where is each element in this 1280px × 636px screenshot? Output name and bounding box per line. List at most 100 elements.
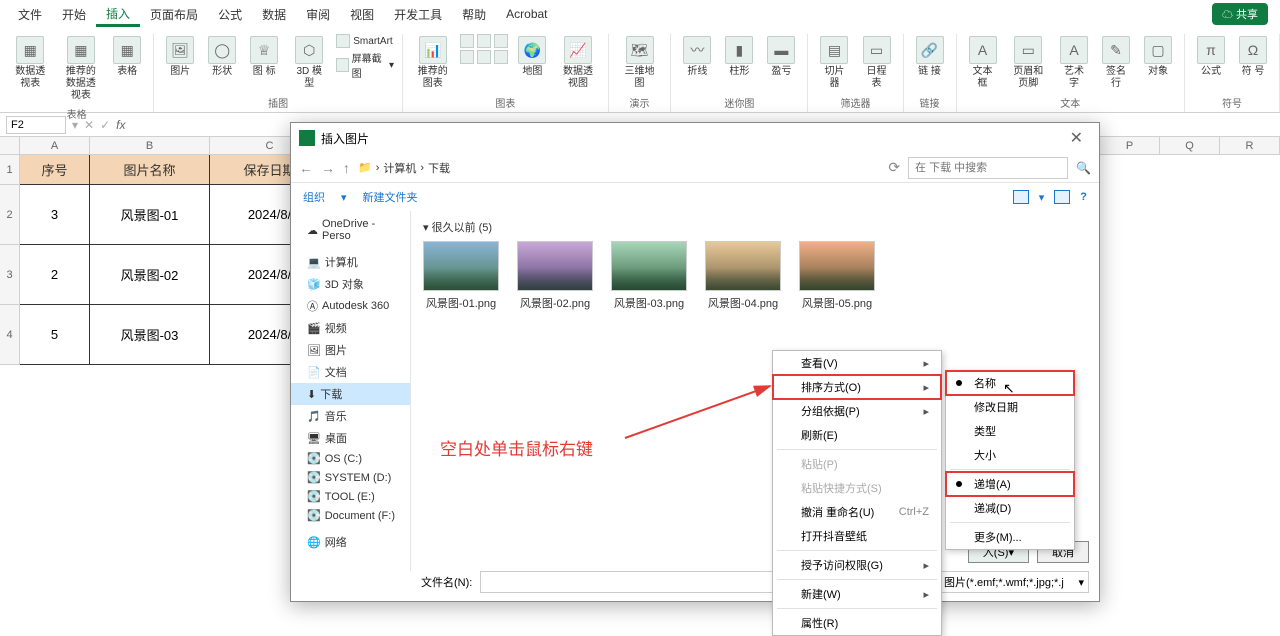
context-menu-item[interactable]: 排序方式(O)▸ xyxy=(773,375,941,399)
header-cell[interactable]: 图片名称 xyxy=(90,155,210,185)
menu-review[interactable]: 审阅 xyxy=(296,2,340,27)
pivot-table-button[interactable]: ▦数据透 视表 xyxy=(8,34,53,92)
tree-item[interactable]: 🎬 视频 xyxy=(291,317,410,339)
tree-item[interactable]: 🧊 3D 对象 xyxy=(291,273,410,295)
timeline-button[interactable]: ▭日程表 xyxy=(858,34,894,92)
tree-item[interactable]: 🖥 桌面 xyxy=(291,427,410,449)
sparkline-column-button[interactable]: ▮柱形 xyxy=(721,34,757,80)
menu-page-layout[interactable]: 页面布局 xyxy=(140,2,208,27)
table-button[interactable]: ▦表格 xyxy=(109,34,145,80)
menu-help[interactable]: 帮助 xyxy=(452,2,496,27)
help-icon[interactable]: ? xyxy=(1080,191,1087,203)
search-icon[interactable]: 🔍 xyxy=(1076,161,1091,175)
chart-gallery[interactable] xyxy=(460,34,508,64)
tree-item[interactable]: 💽 SYSTEM (D:) xyxy=(291,468,410,487)
tree-item[interactable]: 💻 计算机 xyxy=(291,251,410,273)
menu-home[interactable]: 开始 xyxy=(52,2,96,27)
wordart-button[interactable]: A艺术字 xyxy=(1056,34,1092,92)
sparkline-line-button[interactable]: 〰折线 xyxy=(679,34,715,80)
context-menu-item[interactable]: 撤消 重命名(U)Ctrl+Z xyxy=(773,500,941,524)
col-header-r[interactable]: R xyxy=(1220,137,1280,155)
data-cell[interactable]: 3 xyxy=(20,185,90,245)
row-header[interactable]: 3 xyxy=(0,245,20,305)
context-menu-item[interactable]: 新建(W)▸ xyxy=(773,582,941,606)
recommended-pivot-button[interactable]: ▦推荐的 数据透视表 xyxy=(59,34,104,104)
share-button[interactable]: ☁ 共享 xyxy=(1212,3,1268,25)
menu-file[interactable]: 文件 xyxy=(8,2,52,27)
group-header[interactable]: ▾ 很久以前 (5) xyxy=(423,219,1087,235)
file-filter-combo[interactable]: 图片(*.emf;*.wmf;*.jpg;*.j▾ xyxy=(939,571,1089,593)
object-button[interactable]: ▢对象 xyxy=(1140,34,1176,80)
smartart-button[interactable]: SmartArt xyxy=(336,34,394,48)
3d-map-button[interactable]: 🗺三维地 图 xyxy=(617,34,663,92)
context-menu-item[interactable]: 大小 xyxy=(946,443,1074,467)
file-thumb[interactable]: 风景图-04.png xyxy=(705,241,781,311)
breadcrumb[interactable]: 📁 ›计算机›下载 xyxy=(358,160,450,176)
context-menu-item[interactable]: 查看(V)▸ xyxy=(773,351,941,375)
link-button[interactable]: 🔗链 接 xyxy=(912,34,948,80)
menu-data[interactable]: 数据 xyxy=(252,2,296,27)
menu-developer[interactable]: 开发工具 xyxy=(384,2,452,27)
equation-button[interactable]: π公式 xyxy=(1193,34,1229,80)
pivot-chart-button[interactable]: 📈数据透视图 xyxy=(556,34,599,92)
tree-item[interactable]: 🖼 图片 xyxy=(291,339,410,361)
file-thumb[interactable]: 风景图-02.png xyxy=(517,241,593,311)
tree-item[interactable]: ☁ OneDrive - Perso xyxy=(291,215,410,245)
new-folder-button[interactable]: 新建文件夹 xyxy=(363,189,418,205)
context-menu-item[interactable]: 类型 xyxy=(946,419,1074,443)
fx-label[interactable]: fx xyxy=(116,118,125,132)
symbol-button[interactable]: Ω符 号 xyxy=(1235,34,1271,80)
recommended-charts-button[interactable]: 📊推荐的 图表 xyxy=(411,34,454,92)
tree-item-downloads[interactable]: ⬇ 下载 xyxy=(291,383,410,405)
file-thumb[interactable]: 风景图-01.png xyxy=(423,241,499,311)
data-cell[interactable]: 风景图-03 xyxy=(90,305,210,365)
view-icon[interactable] xyxy=(1013,190,1029,204)
maps-button[interactable]: 🌍地图 xyxy=(514,34,550,80)
data-cell[interactable]: 5 xyxy=(20,305,90,365)
menu-acrobat[interactable]: Acrobat xyxy=(496,3,557,25)
search-input[interactable] xyxy=(908,157,1068,179)
row-header[interactable]: 2 xyxy=(0,185,20,245)
col-header-q[interactable]: Q xyxy=(1160,137,1220,155)
context-menu-item[interactable]: 修改日期 xyxy=(946,395,1074,419)
col-header-p[interactable]: P xyxy=(1100,137,1160,155)
row-header[interactable]: 1 xyxy=(0,155,20,185)
header-footer-button[interactable]: ▭页眉和页脚 xyxy=(1007,34,1050,92)
icons-button[interactable]: ♕图 标 xyxy=(246,34,282,80)
shapes-button[interactable]: ◯形状 xyxy=(204,34,240,80)
screenshot-button[interactable]: 屏幕截图 ▾ xyxy=(336,50,394,80)
context-menu-item[interactable]: 授予访问权限(G)▸ xyxy=(773,553,941,577)
context-menu-item[interactable]: 分组依据(P)▸ xyxy=(773,399,941,423)
context-menu-item[interactable]: 递增(A) xyxy=(946,472,1074,496)
3d-models-button[interactable]: ⬡3D 模 型 xyxy=(288,34,330,92)
col-header-b[interactable]: B xyxy=(90,137,210,155)
context-menu-item[interactable]: 刷新(E) xyxy=(773,423,941,447)
menu-insert[interactable]: 插入 xyxy=(96,1,140,27)
preview-icon[interactable] xyxy=(1054,190,1070,204)
tree-item[interactable]: 🌐 网络 xyxy=(291,531,410,553)
data-cell[interactable]: 风景图-02 xyxy=(90,245,210,305)
sparkline-winloss-button[interactable]: ▬盈亏 xyxy=(763,34,799,80)
textbox-button[interactable]: A文本框 xyxy=(965,34,1001,92)
file-thumb[interactable]: 风景图-03.png xyxy=(611,241,687,311)
tree-item[interactable]: 📄 文档 xyxy=(291,361,410,383)
tree-item[interactable]: Ⓐ Autodesk 360 xyxy=(291,295,410,317)
header-cell[interactable]: 序号 xyxy=(20,155,90,185)
signature-button[interactable]: ✎签名行 xyxy=(1098,34,1134,92)
context-menu-item[interactable]: 粘贴(P) xyxy=(773,452,941,476)
name-box[interactable] xyxy=(6,116,66,134)
tree-item[interactable]: 💽 Document (F:) xyxy=(291,506,410,525)
context-menu-item[interactable]: 粘贴快捷方式(S) xyxy=(773,476,941,500)
context-menu-item[interactable]: 递减(D) xyxy=(946,496,1074,520)
context-menu-item[interactable]: 更多(M)... xyxy=(946,525,1074,549)
slicer-button[interactable]: ▤切片器 xyxy=(816,34,852,92)
tree-item[interactable]: 💽 TOOL (E:) xyxy=(291,487,410,506)
tree-item[interactable]: 💽 OS (C:) xyxy=(291,449,410,468)
data-cell[interactable]: 风景图-01 xyxy=(90,185,210,245)
menu-view[interactable]: 视图 xyxy=(340,2,384,27)
organize-button[interactable]: 组织 xyxy=(303,189,325,205)
file-thumb[interactable]: 风景图-05.png xyxy=(799,241,875,311)
nav-up-icon[interactable]: ↑ xyxy=(343,160,350,176)
tree-item[interactable]: 🎵 音乐 xyxy=(291,405,410,427)
col-header-a[interactable]: A xyxy=(20,137,90,155)
